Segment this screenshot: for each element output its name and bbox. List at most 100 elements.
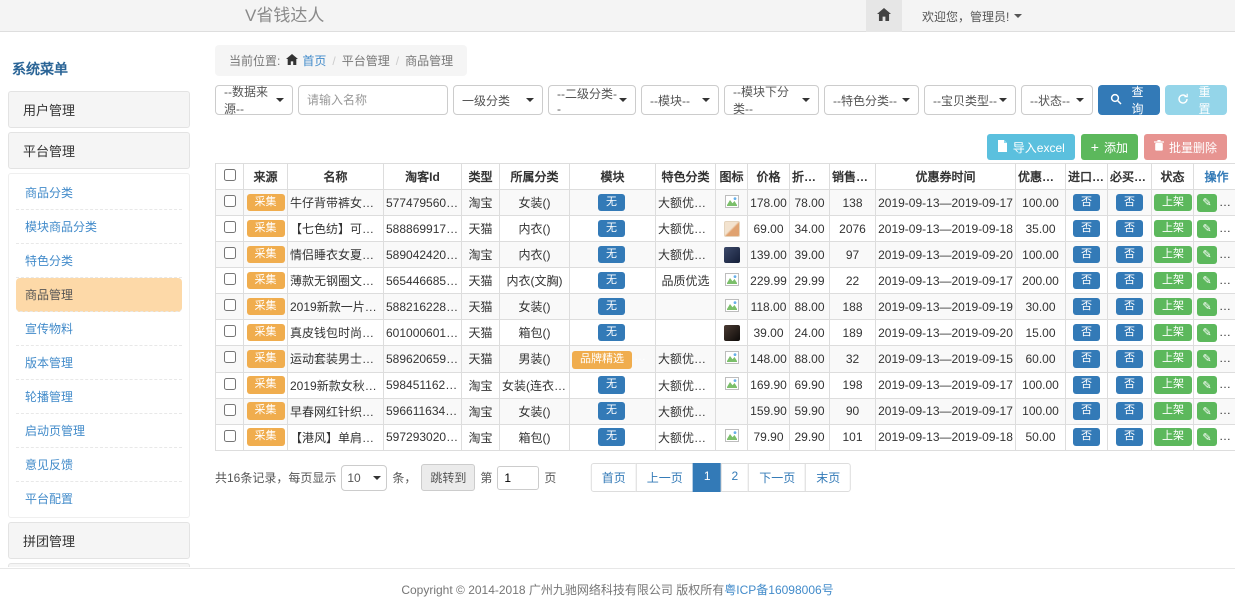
user-menu[interactable]: 欢迎您，管理员! <box>922 8 1022 25</box>
row-checkbox[interactable] <box>224 273 236 285</box>
sidebar-subitem-2[interactable]: 商品分类 <box>16 176 182 210</box>
name-search-input[interactable] <box>298 85 448 115</box>
module-badge[interactable]: 无 <box>598 402 625 420</box>
filter-module-select[interactable]: --模块-- <box>641 85 719 115</box>
sidebar-item-12[interactable]: 拼团管理 <box>8 522 190 559</box>
sidebar-item-13[interactable]: 省惠快报 <box>8 563 190 567</box>
must-buy-badge[interactable]: 否 <box>1116 194 1143 212</box>
must-buy-badge[interactable]: 否 <box>1116 402 1143 420</box>
import-optional-badge[interactable]: 否 <box>1073 402 1100 420</box>
home-button[interactable] <box>866 0 902 32</box>
per-page-select[interactable]: 10 <box>341 465 387 491</box>
import-optional-badge[interactable]: 否 <box>1073 376 1100 394</box>
page-button-下一页[interactable]: 下一页 <box>748 463 806 492</box>
filter-status-select[interactable]: --状态-- <box>1021 85 1093 115</box>
must-buy-badge[interactable]: 否 <box>1116 324 1143 342</box>
breadcrumb-home-link[interactable]: 首页 <box>286 52 326 69</box>
module-badge[interactable]: 无 <box>598 324 625 342</box>
module-badge[interactable]: 无 <box>598 246 625 264</box>
import-optional-badge[interactable]: 否 <box>1073 194 1100 212</box>
edit-button[interactable]: ✎ <box>1197 220 1217 238</box>
module-badge[interactable]: 无 <box>598 272 625 290</box>
must-buy-badge[interactable]: 否 <box>1116 428 1143 446</box>
search-button[interactable]: 查询 <box>1098 85 1160 115</box>
must-buy-badge[interactable]: 否 <box>1116 350 1143 368</box>
row-checkbox[interactable] <box>224 299 236 311</box>
sidebar-subitem-11[interactable]: 平台配置 <box>16 482 182 515</box>
import-optional-badge[interactable]: 否 <box>1073 272 1100 290</box>
sidebar-subitem-10[interactable]: 意见反馈 <box>16 448 182 482</box>
must-buy-badge[interactable]: 否 <box>1116 376 1143 394</box>
status-badge[interactable]: 上架 <box>1154 402 1192 420</box>
filter-feature-select[interactable]: --特色分类-- <box>824 85 919 115</box>
import-optional-badge[interactable]: 否 <box>1073 428 1100 446</box>
must-buy-badge[interactable]: 否 <box>1116 246 1143 264</box>
edit-button[interactable]: ✎ <box>1197 376 1217 394</box>
module-badge[interactable]: 无 <box>598 220 625 238</box>
page-button-2[interactable]: 2 <box>721 463 750 492</box>
import-optional-badge[interactable]: 否 <box>1073 298 1100 316</box>
module-badge[interactable]: 无 <box>598 376 625 394</box>
edit-button[interactable]: ✎ <box>1197 402 1217 420</box>
module-badge[interactable]: 无 <box>598 428 625 446</box>
status-badge[interactable]: 上架 <box>1154 428 1192 446</box>
row-checkbox[interactable] <box>224 430 236 442</box>
must-buy-badge[interactable]: 否 <box>1116 272 1143 290</box>
page-button-1[interactable]: 1 <box>693 463 722 492</box>
must-buy-badge[interactable]: 否 <box>1116 220 1143 238</box>
import-optional-badge[interactable]: 否 <box>1073 220 1100 238</box>
row-checkbox[interactable] <box>224 221 236 233</box>
sidebar-item-0[interactable]: 用户管理 <box>8 91 190 128</box>
filter-level2-select[interactable]: --二级分类-- <box>548 85 636 115</box>
page-button-首页[interactable]: 首页 <box>591 463 637 492</box>
edit-button[interactable]: ✎ <box>1197 272 1217 290</box>
import-optional-badge[interactable]: 否 <box>1073 324 1100 342</box>
status-badge[interactable]: 上架 <box>1154 350 1192 368</box>
edit-button[interactable]: ✎ <box>1197 246 1217 264</box>
sidebar-subitem-6[interactable]: 宣传物料 <box>16 312 182 346</box>
sidebar-subitem-8[interactable]: 轮播管理 <box>16 380 182 414</box>
module-badge[interactable]: 无 <box>598 194 625 212</box>
row-checkbox[interactable] <box>224 195 236 207</box>
module-badge[interactable]: 品牌精选 <box>572 351 632 369</box>
status-badge[interactable]: 上架 <box>1154 220 1192 238</box>
import-excel-button[interactable]: 导入excel <box>987 134 1075 160</box>
status-badge[interactable]: 上架 <box>1154 272 1192 290</box>
reset-button[interactable]: 重置 <box>1165 85 1227 115</box>
jump-button[interactable]: 跳转到 <box>421 464 475 491</box>
edit-button[interactable]: ✎ <box>1197 298 1217 316</box>
must-buy-badge[interactable]: 否 <box>1116 298 1143 316</box>
row-checkbox[interactable] <box>224 404 236 416</box>
status-badge[interactable]: 上架 <box>1154 246 1192 264</box>
edit-button[interactable]: ✎ <box>1197 350 1217 368</box>
filter-module-sub-select[interactable]: --模块下分类-- <box>724 85 819 115</box>
row-checkbox[interactable] <box>224 247 236 259</box>
module-badge[interactable]: 无 <box>598 298 625 316</box>
filter-data-source-select[interactable]: --数据来源-- <box>215 85 293 115</box>
import-optional-badge[interactable]: 否 <box>1073 246 1100 264</box>
select-all-checkbox[interactable] <box>224 169 236 181</box>
sidebar-subitem-4[interactable]: 特色分类 <box>16 244 182 278</box>
filter-level1-select[interactable]: 一级分类 <box>453 85 543 115</box>
row-checkbox[interactable] <box>224 325 236 337</box>
row-checkbox[interactable] <box>224 351 236 363</box>
row-checkbox[interactable] <box>224 378 236 390</box>
add-button[interactable]: + 添加 <box>1081 134 1138 160</box>
batch-delete-button[interactable]: 批量删除 <box>1144 134 1227 160</box>
status-badge[interactable]: 上架 <box>1154 376 1192 394</box>
jump-page-input[interactable] <box>497 466 539 490</box>
page-button-上一页[interactable]: 上一页 <box>636 463 694 492</box>
sidebar-subitem-3[interactable]: 模块商品分类 <box>16 210 182 244</box>
status-badge[interactable]: 上架 <box>1154 324 1192 342</box>
page-button-末页[interactable]: 末页 <box>805 463 851 492</box>
sidebar-item-1[interactable]: 平台管理 <box>8 132 190 169</box>
import-optional-badge[interactable]: 否 <box>1073 350 1100 368</box>
edit-button[interactable]: ✎ <box>1197 194 1217 212</box>
edit-button[interactable]: ✎ <box>1197 428 1217 446</box>
status-badge[interactable]: 上架 <box>1154 194 1192 212</box>
icp-link[interactable]: 粤ICP备16098006号 <box>724 583 833 597</box>
sidebar-subitem-7[interactable]: 版本管理 <box>16 346 182 380</box>
edit-button[interactable]: ✎ <box>1197 324 1217 342</box>
sidebar-subitem-9[interactable]: 启动页管理 <box>16 414 182 448</box>
status-badge[interactable]: 上架 <box>1154 298 1192 316</box>
